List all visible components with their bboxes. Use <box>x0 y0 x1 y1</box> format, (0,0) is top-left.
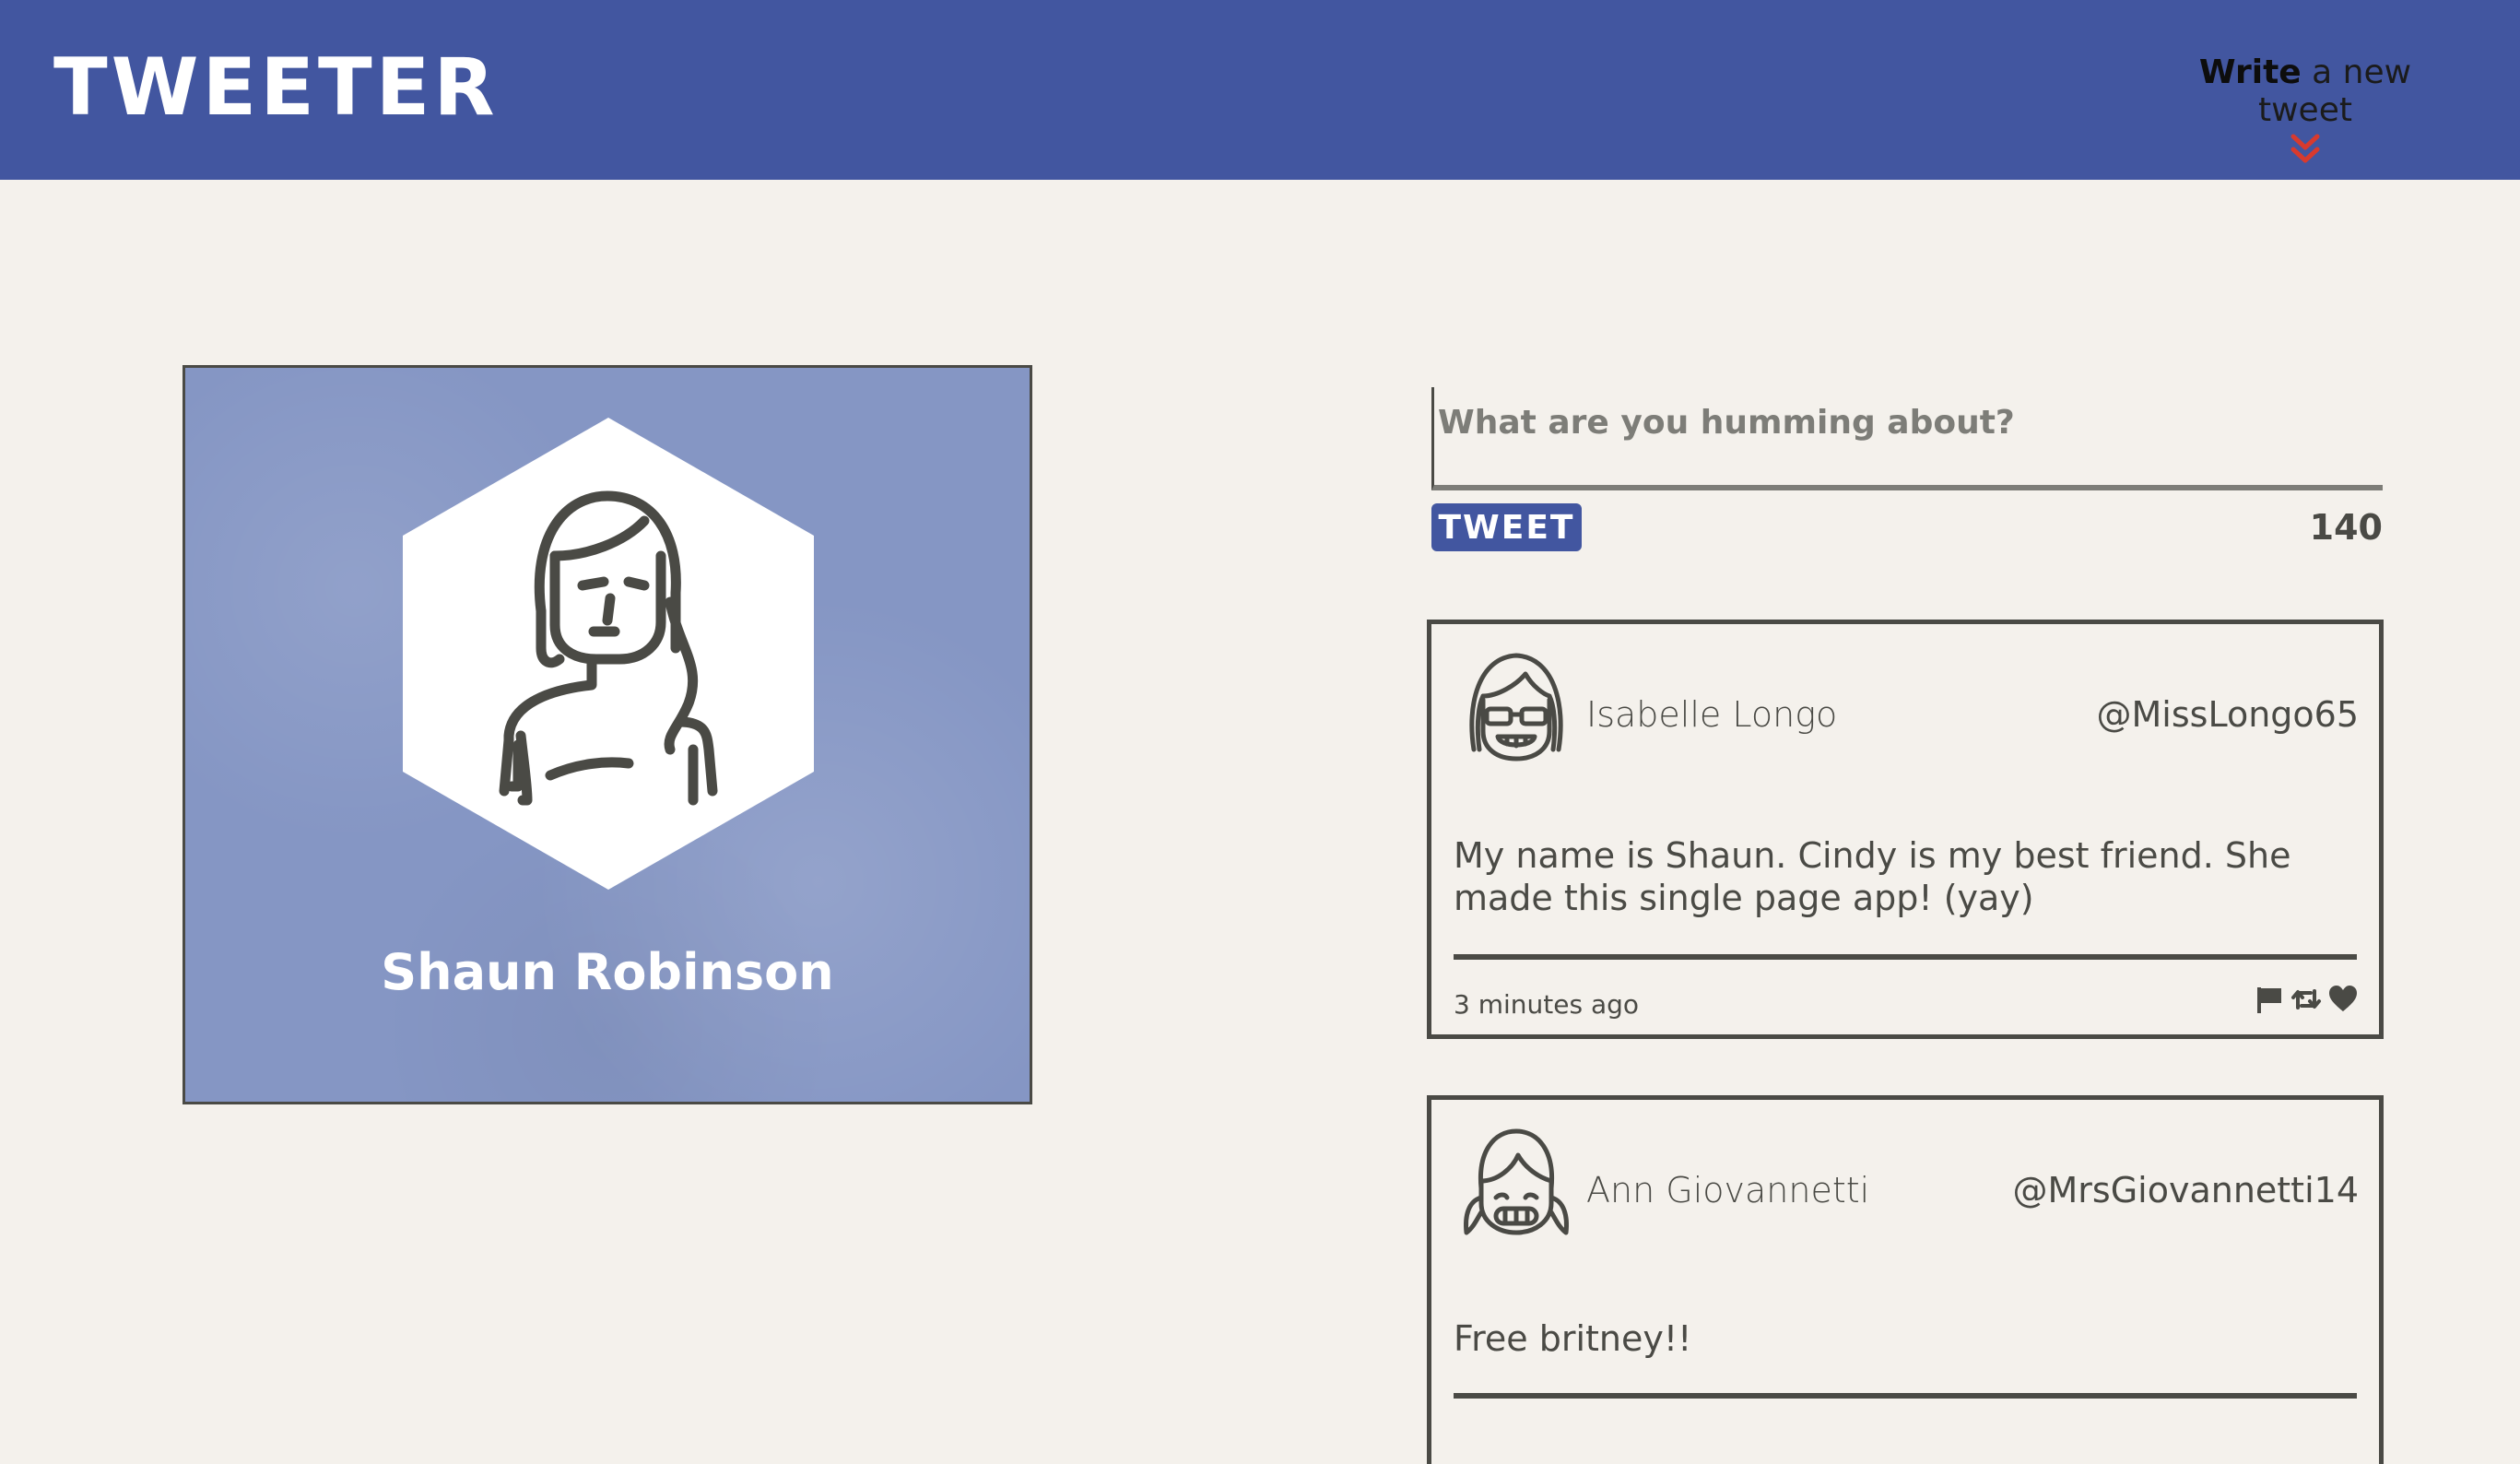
tweet-card: Isabelle Longo @MissLongo65 My name is S… <box>1427 620 2384 1039</box>
write-label-bold: Write <box>2198 53 2302 91</box>
tweet-actions <box>2254 984 2359 1015</box>
tweet-timestamp: 3 minutes ago <box>1454 989 1640 1020</box>
write-new-tweet-label[interactable]: Write a new tweet <box>2153 53 2457 129</box>
heart-icon[interactable] <box>2327 984 2359 1015</box>
brand-logo[interactable]: TWEETER <box>53 48 499 127</box>
tweet-content: Free britney!! <box>1454 1318 1692 1359</box>
tweet-author-name[interactable]: Ann Giovannetti <box>1586 1170 1869 1210</box>
profile-card: Shaun Robinson <box>183 365 1032 1104</box>
user-avatar-icon <box>403 418 814 890</box>
top-nav: TWEETER Write a new tweet <box>0 0 2520 180</box>
avatar-sunglasses-icon <box>1469 653 1563 762</box>
tweet-content: My name is Shaun. Cindy is my best frien… <box>1454 835 2291 918</box>
double-chevron-down-icon[interactable] <box>2290 133 2321 166</box>
profile-avatar <box>403 418 814 890</box>
compose-form: TWEET 140 <box>1431 387 2383 562</box>
character-counter: 140 <box>2309 507 2383 548</box>
flag-icon[interactable] <box>2254 984 2285 1015</box>
tweet-card: Ann Giovannetti @MrsGiovannetti14 Free b… <box>1427 1095 2384 1464</box>
profile-name: Shaun Robinson <box>381 943 834 1001</box>
tweet-divider <box>1454 954 2357 960</box>
tweet-author-handle[interactable]: @MissLongo65 <box>2097 694 2360 735</box>
tweet-author-name[interactable]: Isabelle Longo <box>1586 694 1837 735</box>
avatar-pigtails-icon <box>1464 1128 1569 1235</box>
compose-footer: TWEET 140 <box>1431 503 2383 562</box>
tweet-textarea[interactable] <box>1431 387 2383 490</box>
retweet-icon[interactable] <box>2290 984 2322 1015</box>
write-new-tweet-toggle[interactable]: Write a new tweet <box>2153 53 2457 166</box>
tweet-author-handle[interactable]: @MrsGiovannetti14 <box>2013 1170 2360 1210</box>
tweet-button[interactable]: TWEET <box>1431 503 1582 551</box>
